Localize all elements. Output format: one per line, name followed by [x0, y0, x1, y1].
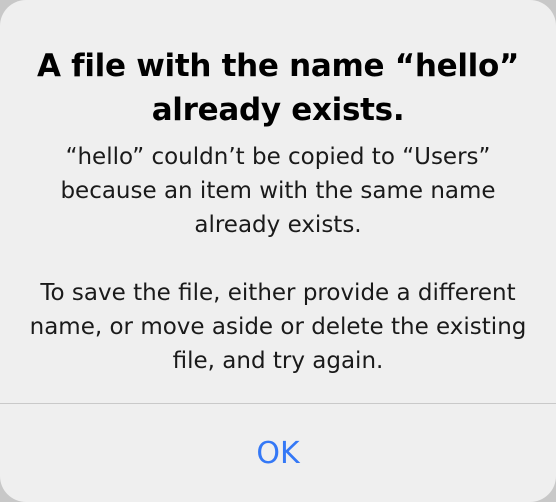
alert-message: “hello” couldn’t be copied to “Users” be…	[28, 140, 528, 378]
alert-message-paragraph-1: “hello” couldn’t be copied to “Users” be…	[60, 144, 496, 238]
alert-title: A file with the name “hello” already exi…	[20, 44, 536, 132]
alert-dialog: A file with the name “hello” already exi…	[0, 0, 556, 502]
ok-button[interactable]: OK	[0, 404, 556, 502]
alert-title-line-1: A file with the name “hello”	[36, 48, 520, 84]
alert-title-line-2: already exists.	[151, 92, 405, 128]
alert-message-paragraph-2: To save the file, either provide a diffe…	[29, 280, 527, 374]
